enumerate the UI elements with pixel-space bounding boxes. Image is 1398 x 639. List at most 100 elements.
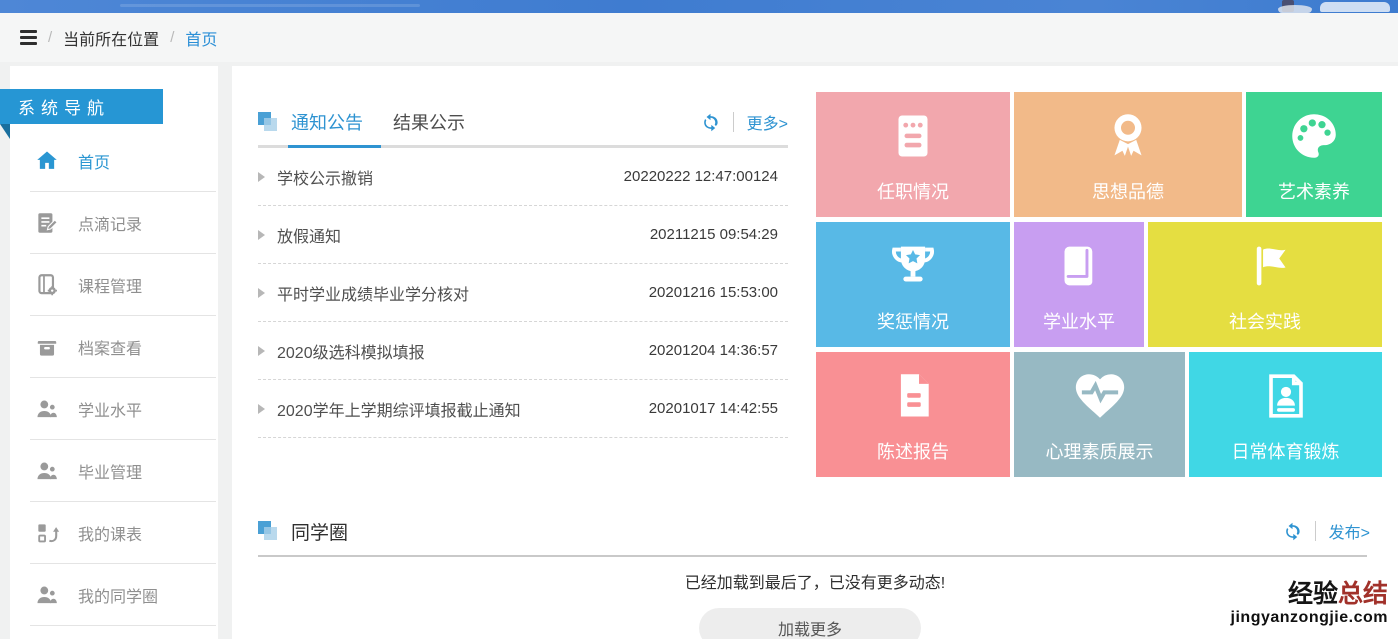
tile-psychological-quality[interactable]: 心理素质展示 xyxy=(1014,352,1185,477)
notice-title: 2020级选科模拟填报 xyxy=(277,339,425,363)
ribbon-fold xyxy=(0,124,10,139)
person-icon xyxy=(34,458,60,484)
tile-label: 思想品德 xyxy=(1014,178,1242,204)
tile-label: 学业水平 xyxy=(1014,308,1144,334)
tab-notice[interactable]: 通知公告 xyxy=(291,109,363,135)
main-panel: 通知公告 结果公示 更多> 学校公示撤销 20220222 12:47:0012… xyxy=(232,66,1398,639)
refresh-icon[interactable] xyxy=(1283,522,1302,541)
feed-empty-message: 已经加载到最后了，已没有更多动态! xyxy=(232,569,1398,593)
banner-decor xyxy=(1320,2,1390,12)
notice-header: 通知公告 结果公示 更多> xyxy=(258,108,788,136)
tile-statement-report[interactable]: 陈述报告 xyxy=(816,352,1010,477)
watermark-domain: jingyanzongjie.com xyxy=(1231,609,1388,627)
tab-results[interactable]: 结果公示 xyxy=(393,109,465,135)
sidebar-item-my-circle[interactable]: 我的同学圈 xyxy=(10,564,218,626)
tile-label: 任职情况 xyxy=(816,178,1010,204)
book-icon xyxy=(1050,237,1108,295)
active-tab-underline xyxy=(288,145,381,148)
trophy-icon xyxy=(884,237,942,295)
notice-row[interactable]: 2020学年上学期综评填报截止通知 20201017 14:42:55 xyxy=(258,380,788,438)
notice-datetime: 20201204 14:36:57 xyxy=(649,342,788,359)
more-link[interactable]: 更多> xyxy=(747,110,788,134)
tile-moral-character[interactable]: 思想品德 xyxy=(1014,92,1242,217)
heart-pulse-icon xyxy=(1071,367,1129,425)
notice-datetime: 20201216 15:53:00 xyxy=(649,284,788,301)
breadcrumb-separator: / xyxy=(170,29,174,46)
flag-icon xyxy=(1236,237,1294,295)
breadcrumb-location-label: 当前所在位置 xyxy=(63,26,159,50)
watermark-title: 经验总结 xyxy=(1231,580,1388,609)
breadcrumb-current-page[interactable]: 首页 xyxy=(185,26,217,50)
medal-icon xyxy=(1099,107,1157,165)
clipboard-list-icon xyxy=(884,107,942,165)
load-more-button[interactable]: 加载更多 xyxy=(699,608,921,639)
page: / 当前所在位置 / 首页 系统导航 首页 点滴记录 xyxy=(0,0,1398,639)
tile-label: 奖惩情况 xyxy=(816,308,1010,334)
tile-social-practice[interactable]: 社会实践 xyxy=(1148,222,1382,347)
tab-underline-track xyxy=(258,145,788,148)
notice-title: 2020学年上学期综评填报截止通知 xyxy=(277,397,521,421)
id-card-icon xyxy=(1257,367,1315,425)
tile-position-status[interactable]: 任职情况 xyxy=(816,92,1010,217)
tile-label: 陈述报告 xyxy=(816,438,1010,464)
sidebar-item-label: 学业水平 xyxy=(78,397,142,421)
publish-link[interactable]: 发布> xyxy=(1329,519,1370,543)
caret-right-icon xyxy=(258,346,265,356)
sidebar-item-label: 毕业管理 xyxy=(78,459,142,483)
section-squares-icon xyxy=(258,112,278,132)
sidebar-title-ribbon: 系统导航 xyxy=(0,89,163,124)
caret-right-icon xyxy=(258,230,265,240)
tile-daily-exercise[interactable]: 日常体育锻炼 xyxy=(1189,352,1382,477)
sidebar: 系统导航 首页 点滴记录 xyxy=(10,66,218,639)
breadcrumb-separator: / xyxy=(48,29,52,46)
caret-right-icon xyxy=(258,404,265,414)
person-icon xyxy=(34,396,60,422)
tile-rewards-punishments[interactable]: 奖惩情况 xyxy=(816,222,1010,347)
notice-row[interactable]: 平时学业成绩毕业学分核对 20201216 15:53:00 xyxy=(258,264,788,322)
sidebar-item-academic-level[interactable]: 学业水平 xyxy=(10,378,218,440)
sidebar-item-home[interactable]: 首页 xyxy=(10,130,218,192)
notice-row[interactable]: 放假通知 20211215 09:54:29 xyxy=(258,206,788,264)
people-icon xyxy=(34,582,60,608)
circle-title: 同学圈 xyxy=(291,518,348,545)
home-icon xyxy=(34,148,60,174)
notice-datetime: 20220222 12:47:00124 xyxy=(624,168,788,185)
caret-right-icon xyxy=(258,172,265,182)
sidebar-item-archive[interactable]: 档案查看 xyxy=(10,316,218,378)
tile-art-literacy[interactable]: 艺术素养 xyxy=(1246,92,1382,217)
sidebar-item-timetable[interactable]: 我的课表 xyxy=(10,502,218,564)
watermark: 经验总结 jingyanzongjie.com xyxy=(1231,580,1388,627)
palette-icon xyxy=(1285,107,1343,165)
sidebar-item-label: 首页 xyxy=(78,149,110,173)
refresh-icon[interactable] xyxy=(701,113,720,132)
section-squares-icon xyxy=(258,521,278,541)
breadcrumb: / 当前所在位置 / 首页 xyxy=(0,13,1398,62)
tile-label: 艺术素养 xyxy=(1246,178,1382,204)
category-tiles: 任职情况 思想品德 xyxy=(816,92,1382,482)
tile-academic-level[interactable]: 学业水平 xyxy=(1014,222,1144,347)
sidebar-item-label: 我的课表 xyxy=(78,521,142,545)
document-icon xyxy=(884,367,942,425)
notice-title: 放假通知 xyxy=(277,223,341,247)
notes-icon xyxy=(34,210,60,236)
sidebar-item-label: 我的同学圈 xyxy=(78,583,158,607)
top-banner xyxy=(0,0,1398,13)
sidebar-item-courses[interactable]: 课程管理 xyxy=(10,254,218,316)
notice-row[interactable]: 学校公示撤销 20220222 12:47:00124 xyxy=(258,148,788,206)
sidebar-item-graduation[interactable]: 毕业管理 xyxy=(10,440,218,502)
notice-section: 通知公告 结果公示 更多> 学校公示撤销 20220222 12:47:0012… xyxy=(258,108,788,438)
header-divider xyxy=(733,112,734,132)
tile-label: 心理素质展示 xyxy=(1014,438,1185,464)
banner-decor xyxy=(120,4,420,7)
caret-right-icon xyxy=(258,288,265,298)
menu-icon[interactable] xyxy=(20,30,37,45)
sidebar-item-records[interactable]: 点滴记录 xyxy=(10,192,218,254)
header-divider xyxy=(1315,521,1316,541)
archive-icon xyxy=(34,334,60,360)
tile-label: 社会实践 xyxy=(1148,308,1382,334)
notice-datetime: 20211215 09:54:29 xyxy=(650,226,788,243)
notice-row[interactable]: 2020级选科模拟填报 20201204 14:36:57 xyxy=(258,322,788,380)
notice-datetime: 20201017 14:42:55 xyxy=(649,400,788,417)
sidebar-nav: 首页 点滴记录 课程管理 xyxy=(10,130,218,626)
schedule-icon xyxy=(34,520,60,546)
